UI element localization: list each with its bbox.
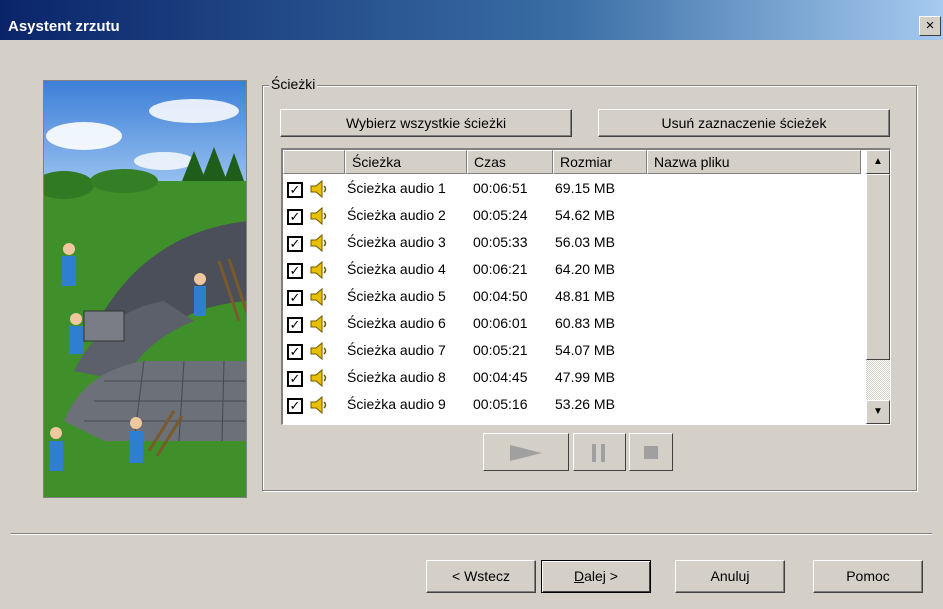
track-size: 54.07 MB bbox=[555, 342, 615, 358]
speaker-icon bbox=[310, 314, 327, 334]
column-header-time[interactable]: Czas bbox=[467, 150, 553, 174]
speaker-icon bbox=[310, 287, 327, 307]
column-header-size[interactable]: Rozmiar bbox=[553, 150, 647, 174]
track-row[interactable]: ✓ Ścieżka audio 8 00:04:45 47.99 MB bbox=[283, 365, 861, 392]
next-button[interactable]: Dalej > bbox=[541, 560, 651, 593]
track-time: 00:04:45 bbox=[473, 369, 528, 385]
track-size: 64.20 MB bbox=[555, 261, 615, 277]
track-row[interactable]: ✓ Ścieżka audio 6 00:06:01 60.83 MB bbox=[283, 311, 861, 338]
track-time: 00:05:33 bbox=[473, 234, 528, 250]
track-checkbox[interactable]: ✓ bbox=[287, 236, 303, 252]
track-time: 00:06:51 bbox=[473, 180, 528, 196]
track-row[interactable]: ✓ Ścieżka audio 9 00:05:16 53.26 MB bbox=[283, 392, 861, 419]
track-name: Ścieżka audio 4 bbox=[347, 261, 446, 277]
track-size: 56.03 MB bbox=[555, 234, 615, 250]
track-name: Ścieżka audio 7 bbox=[347, 342, 446, 358]
play-icon bbox=[510, 445, 542, 461]
track-time: 00:06:21 bbox=[473, 261, 528, 277]
speaker-icon bbox=[310, 368, 327, 388]
track-row[interactable]: ✓ Ścieżka audio 2 00:05:24 54.62 MB bbox=[283, 203, 861, 230]
speaker-icon bbox=[310, 233, 327, 253]
track-size: 53.26 MB bbox=[555, 396, 615, 412]
stop-button[interactable] bbox=[629, 433, 673, 471]
speaker-icon bbox=[310, 341, 327, 361]
track-name: Ścieżka audio 6 bbox=[347, 315, 446, 331]
vertical-scrollbar[interactable]: ▲ ▼ bbox=[866, 150, 890, 424]
column-header-track[interactable]: Ścieżka bbox=[345, 150, 467, 174]
tracks-list[interactable]: Ścieżka Czas Rozmiar Nazwa pliku ✓ Ścieżk… bbox=[281, 148, 891, 425]
track-row[interactable]: ✓ Ścieżka audio 3 00:05:33 56.03 MB bbox=[283, 230, 861, 257]
track-size: 48.81 MB bbox=[555, 288, 615, 304]
track-time: 00:05:24 bbox=[473, 207, 528, 223]
speaker-icon bbox=[310, 206, 327, 226]
stop-icon bbox=[644, 446, 658, 459]
track-time: 00:05:21 bbox=[473, 342, 528, 358]
close-button[interactable]: × bbox=[919, 16, 941, 36]
tracks-group-legend: Ścieżki bbox=[269, 76, 318, 92]
scroll-down-arrow-icon[interactable]: ▼ bbox=[866, 400, 890, 424]
pause-button[interactable] bbox=[573, 433, 626, 471]
track-checkbox[interactable]: ✓ bbox=[287, 344, 303, 360]
track-name: Ścieżka audio 8 bbox=[347, 369, 446, 385]
track-checkbox[interactable]: ✓ bbox=[287, 290, 303, 306]
help-button[interactable]: Pomoc bbox=[813, 560, 923, 593]
footer-separator bbox=[11, 533, 932, 535]
list-header: Ścieżka Czas Rozmiar Nazwa pliku bbox=[283, 150, 861, 174]
track-name: Ścieżka audio 1 bbox=[347, 180, 446, 196]
track-name: Ścieżka audio 9 bbox=[347, 396, 446, 412]
track-size: 69.15 MB bbox=[555, 180, 615, 196]
scroll-thumb[interactable] bbox=[866, 174, 890, 360]
track-row[interactable]: ✓ Ścieżka audio 4 00:06:21 64.20 MB bbox=[283, 257, 861, 284]
track-checkbox[interactable]: ✓ bbox=[287, 371, 303, 387]
construction-scene-image bbox=[44, 81, 246, 497]
title-bar: Asystent zrzutu × bbox=[0, 0, 943, 40]
column-header-icons[interactable] bbox=[283, 150, 345, 174]
track-checkbox[interactable]: ✓ bbox=[287, 209, 303, 225]
wizard-illustration bbox=[43, 80, 247, 498]
track-checkbox[interactable]: ✓ bbox=[287, 398, 303, 414]
track-checkbox[interactable]: ✓ bbox=[287, 317, 303, 333]
track-row[interactable]: ✓ Ścieżka audio 7 00:05:21 54.07 MB bbox=[283, 338, 861, 365]
speaker-icon bbox=[310, 179, 327, 199]
track-row[interactable]: ✓ Ścieżka audio 1 00:06:51 69.15 MB bbox=[283, 176, 861, 203]
cancel-button[interactable]: Anuluj bbox=[675, 560, 785, 593]
track-row[interactable]: ✓ Ścieżka audio 5 00:04:50 48.81 MB bbox=[283, 284, 861, 311]
track-name: Ścieżka audio 2 bbox=[347, 207, 446, 223]
window-title: Asystent zrzutu bbox=[8, 18, 120, 35]
speaker-icon bbox=[310, 260, 327, 280]
speaker-icon bbox=[310, 395, 327, 415]
track-name: Ścieżka audio 3 bbox=[347, 234, 446, 250]
play-button[interactable] bbox=[483, 433, 569, 471]
track-time: 00:05:16 bbox=[473, 396, 528, 412]
pause-icon bbox=[592, 444, 605, 462]
deselect-tracks-button[interactable]: Usuń zaznaczenie ścieżek bbox=[598, 109, 890, 137]
select-all-tracks-button[interactable]: Wybierz wszystkie ścieżki bbox=[280, 109, 572, 137]
track-size: 60.83 MB bbox=[555, 315, 615, 331]
back-button[interactable]: < Wstecz bbox=[426, 560, 536, 593]
scroll-up-arrow-icon[interactable]: ▲ bbox=[866, 150, 890, 174]
track-time: 00:06:01 bbox=[473, 315, 528, 331]
track-checkbox[interactable]: ✓ bbox=[287, 263, 303, 279]
track-size: 54.62 MB bbox=[555, 207, 615, 223]
track-name: Ścieżka audio 5 bbox=[347, 288, 446, 304]
track-time: 00:04:50 bbox=[473, 288, 528, 304]
track-checkbox[interactable]: ✓ bbox=[287, 182, 303, 198]
column-header-filename[interactable]: Nazwa pliku bbox=[647, 150, 861, 174]
track-size: 47.99 MB bbox=[555, 369, 615, 385]
